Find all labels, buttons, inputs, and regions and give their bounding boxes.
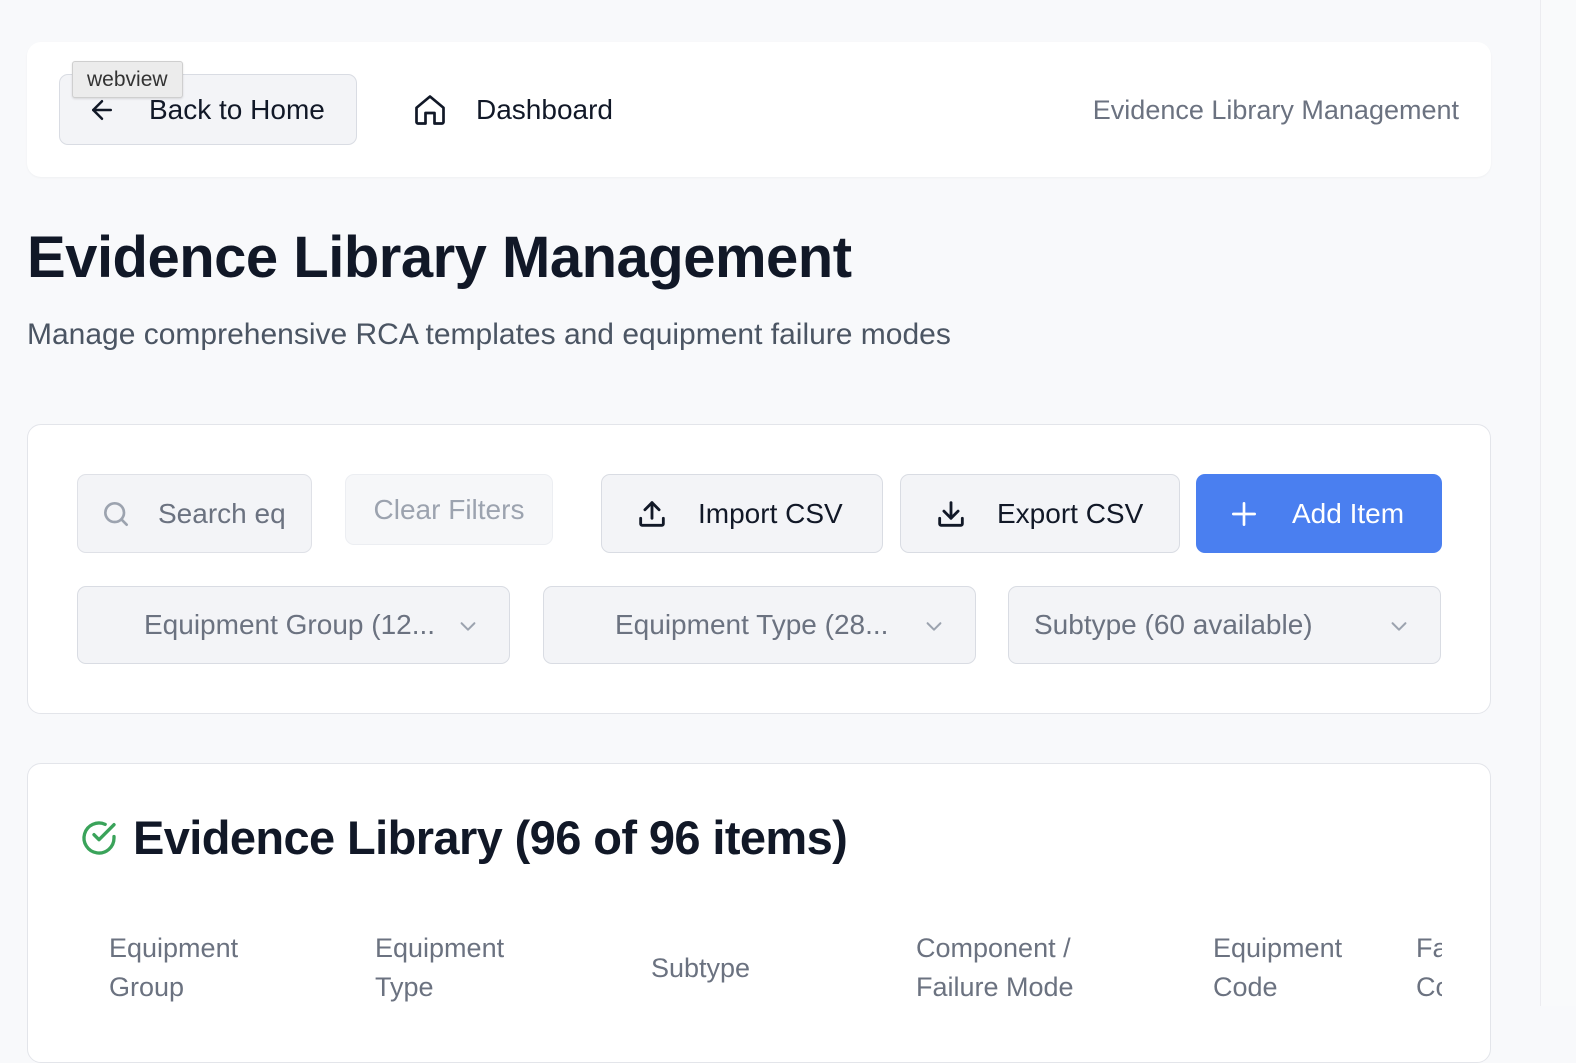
import-csv-label: Import CSV bbox=[698, 497, 843, 529]
current-page-label: Evidence Library Management bbox=[1092, 95, 1459, 125]
check-circle-icon bbox=[79, 818, 119, 858]
column-header-equipment-code[interactable]: Equipment Code bbox=[1213, 929, 1342, 1007]
scrollbar[interactable] bbox=[1540, 0, 1576, 1006]
back-to-home-label: Back to Home bbox=[149, 93, 325, 125]
subtype-select[interactable]: Subtype (60 available) bbox=[1008, 586, 1441, 664]
column-header-line: Failure Mode bbox=[916, 972, 1074, 1002]
chevron-down-icon bbox=[1388, 615, 1410, 637]
column-header-subtype[interactable]: Subtype bbox=[651, 949, 750, 988]
clear-filters-button[interactable]: Clear Filters bbox=[345, 474, 553, 545]
export-csv-button[interactable]: Export CSV bbox=[900, 474, 1180, 553]
evidence-library-panel bbox=[27, 763, 1491, 1063]
search-icon bbox=[100, 498, 132, 530]
column-header-line: Type bbox=[375, 972, 434, 1002]
column-header-line: Equipment bbox=[1213, 933, 1343, 963]
page-subtitle: Manage comprehensive RCA templates and e… bbox=[27, 318, 951, 351]
search-input[interactable] bbox=[158, 497, 298, 530]
import-csv-button[interactable]: Import CSV bbox=[601, 474, 883, 553]
add-item-label: Add Item bbox=[1292, 497, 1405, 529]
dashboard-label: Dashboard bbox=[476, 94, 613, 125]
column-header-equipment-type[interactable]: Equipment Type bbox=[375, 929, 504, 1007]
webview-tooltip: webview bbox=[72, 61, 183, 98]
column-header-line: Equipment bbox=[375, 933, 505, 963]
column-header-line: Co bbox=[1416, 972, 1442, 1002]
home-icon bbox=[412, 92, 448, 128]
arrow-left-icon bbox=[87, 95, 117, 125]
column-header-equipment-group[interactable]: Equipment Group bbox=[109, 929, 238, 1007]
column-header-line: Code bbox=[1213, 972, 1278, 1002]
plus-icon bbox=[1228, 498, 1260, 530]
chevron-down-icon bbox=[923, 615, 945, 637]
equipment-group-select[interactable]: Equipment Group (12... bbox=[77, 586, 510, 664]
column-header-truncated[interactable]: Fa Co bbox=[1416, 929, 1442, 1009]
add-item-button[interactable]: Add Item bbox=[1196, 474, 1442, 553]
column-header-line: Fa bbox=[1416, 933, 1442, 963]
column-header-line: Subtype bbox=[651, 953, 751, 983]
upload-icon bbox=[635, 497, 669, 531]
chevron-down-icon bbox=[457, 615, 479, 637]
library-title: Evidence Library (96 of 96 items) bbox=[133, 811, 848, 864]
column-header-line: Component / bbox=[916, 933, 1071, 963]
equipment-group-value: Equipment Group (12... bbox=[144, 609, 436, 640]
page-title: Evidence Library Management bbox=[27, 225, 852, 290]
download-icon bbox=[934, 497, 968, 531]
equipment-type-select[interactable]: Equipment Type (28... bbox=[543, 586, 976, 664]
column-header-line: Equipment bbox=[109, 933, 239, 963]
equipment-type-value: Equipment Type (28... bbox=[615, 609, 889, 640]
column-header-component-failure-mode[interactable]: Component / Failure Mode bbox=[916, 929, 1074, 1007]
column-header-line: Group bbox=[109, 972, 185, 1002]
subtype-value: Subtype (60 available) bbox=[1034, 609, 1313, 640]
library-heading: Evidence Library (96 of 96 items) bbox=[79, 810, 848, 865]
export-csv-label: Export CSV bbox=[997, 497, 1144, 529]
dashboard-link[interactable]: Dashboard bbox=[412, 90, 613, 130]
filter-panel bbox=[27, 424, 1491, 714]
search-field[interactable] bbox=[77, 474, 312, 553]
